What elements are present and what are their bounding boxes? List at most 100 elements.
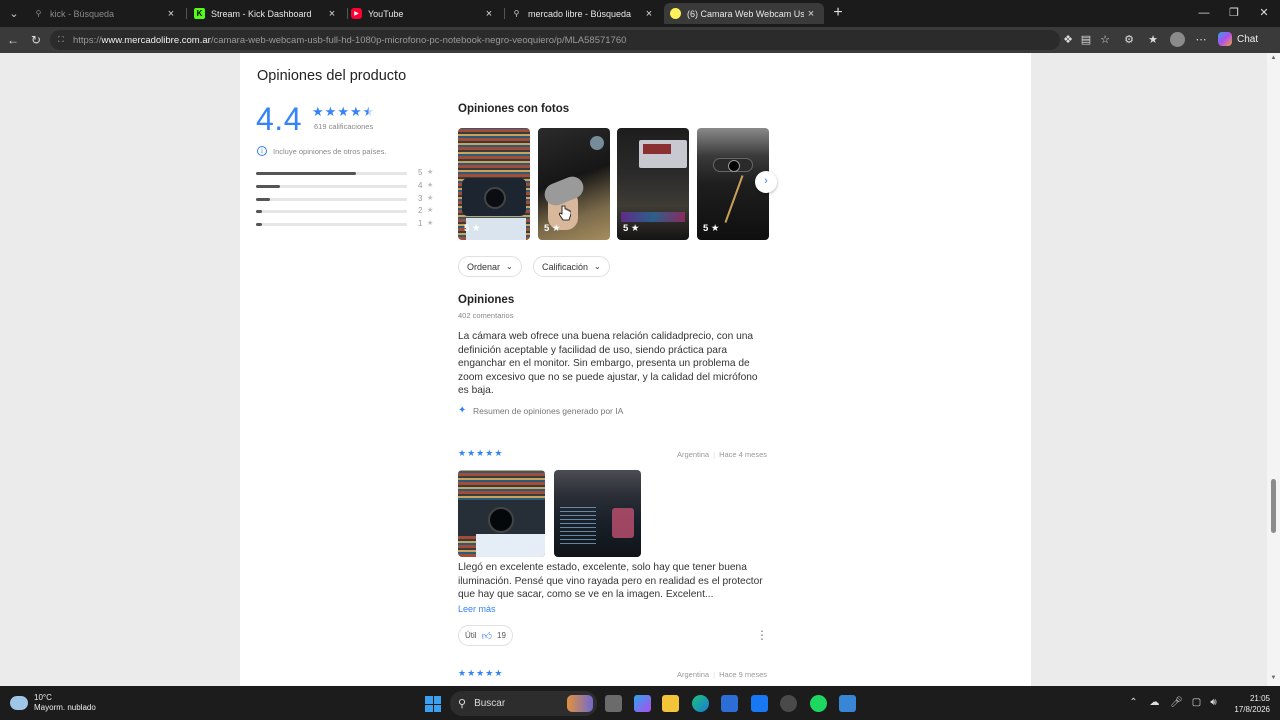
photo-overlay-icon <box>590 136 604 150</box>
new-tab-button[interactable]: + <box>829 4 847 22</box>
carousel-next-button[interactable]: › <box>755 171 777 193</box>
maximize-window-button[interactable]: ❐ <box>1219 4 1249 22</box>
rating-bar-row: 1 ★ <box>256 219 436 229</box>
back-button[interactable]: ← <box>4 31 22 49</box>
useful-button[interactable]: Útil 👍︎ 19 <box>458 625 513 646</box>
search-icon: ⚲ <box>513 9 520 18</box>
close-tab-icon[interactable]: × <box>642 8 656 20</box>
scrollbar-thumb[interactable] <box>1271 479 1276 533</box>
weather-condition: Mayorm. nublado <box>34 703 96 712</box>
review-photo[interactable] <box>458 470 545 557</box>
rating-bar-fill <box>256 172 356 175</box>
review-options-icon[interactable]: ⋮ <box>756 628 768 642</box>
review-photo[interactable]: 5 ★ <box>617 128 689 240</box>
close-tab-icon[interactable]: × <box>482 8 496 20</box>
browser-toolbar: ← ↻ ⛶ https://www.mercadolibre.com.ar/ca… <box>0 27 1280 53</box>
youtube-logo-icon: ▶ <box>351 8 362 19</box>
review-photo[interactable]: 5 ★ <box>458 128 530 240</box>
star-icon: ★ <box>485 448 494 458</box>
address-bar[interactable]: ⛶ https://www.mercadolibre.com.ar/camara… <box>50 30 1060 50</box>
review-photo[interactable] <box>554 470 641 557</box>
page-scrollbar[interactable]: ▲ ▼ <box>1267 53 1280 686</box>
weather-widget[interactable]: 10°C Mayorm. nublado <box>10 693 96 713</box>
rating-bar-fill <box>256 197 270 201</box>
favorite-star-icon[interactable]: ☆ <box>1097 32 1113 48</box>
star-full-icon: ★ <box>324 104 337 119</box>
mouse-pointer-icon <box>559 205 571 221</box>
info-note-text: Incluye opiniones de otros países. <box>273 146 387 156</box>
tab-product-page[interactable]: (6) Camara Web Webcam Usb Full × <box>664 3 824 24</box>
facebook-app-icon[interactable] <box>751 695 768 712</box>
reading-view-icon[interactable]: ▤ <box>1078 32 1094 48</box>
taskbar-search[interactable]: ⚲ Buscar <box>450 691 597 716</box>
sparkle-icon: ✦ <box>458 405 467 416</box>
review-stars: ★ ★ ★ ★ ★ <box>458 448 503 459</box>
review-photo[interactable]: 5 ★ <box>538 128 610 240</box>
star-full-icon: ★ <box>337 104 349 119</box>
temperature: 10°C <box>34 693 52 702</box>
network-icon[interactable]: ▢ <box>1190 696 1203 710</box>
reload-button[interactable]: ↻ <box>27 31 45 49</box>
windows-taskbar: 10°C Mayorm. nublado ⚲ Buscar ⌃ ☁ 🎤︎ ▢ 🔊… <box>0 687 1280 720</box>
rating-filter-label: Calificación <box>542 261 589 272</box>
favorites-collection-icon[interactable]: ★ <box>1145 32 1161 48</box>
review-country: Argentina <box>677 450 710 459</box>
onedrive-cloud-icon[interactable]: ☁ <box>1148 696 1161 710</box>
close-tab-icon[interactable]: × <box>164 8 178 20</box>
tab-kick-search[interactable]: ⚲ kick - Búsqueda × <box>27 3 184 24</box>
volume-icon[interactable]: 🔊︎ <box>1207 696 1220 710</box>
coupon-tag-icon[interactable]: ❖ <box>1060 32 1076 48</box>
rating-bar-row: 4 ★ <box>256 181 436 191</box>
rating-filter-dropdown[interactable]: Calificación ⌄ <box>533 256 610 277</box>
chevron-down-icon: ⌄ <box>506 262 513 271</box>
microphone-icon[interactable]: 🎤︎ <box>1170 696 1183 710</box>
useful-count: 19 <box>497 631 506 640</box>
clock-date: 17/8/2026 <box>1234 705 1270 714</box>
site-info-icon[interactable]: ⛶ <box>58 35 68 45</box>
rating-bar-track <box>256 197 407 201</box>
copilot-chat-button[interactable]: Chat <box>1218 32 1258 46</box>
info-icon: i <box>257 146 267 156</box>
read-more-link[interactable]: Leer más <box>458 604 496 614</box>
rating-bar-row: 2 ★ <box>256 206 436 216</box>
tab-separator <box>186 8 187 19</box>
reviews-list-title: Opiniones <box>458 294 515 306</box>
start-button[interactable] <box>425 696 441 712</box>
scroll-up-arrow-icon[interactable]: ▲ <box>1270 55 1277 61</box>
edge-browser-icon[interactable] <box>692 695 709 712</box>
star-half-icon: ★ <box>362 104 375 119</box>
profile-avatar[interactable] <box>1170 32 1185 47</box>
close-tab-icon[interactable]: × <box>804 8 818 20</box>
browser-essentials-icon[interactable]: ⚙ <box>1121 32 1137 48</box>
show-hidden-icons-icon[interactable]: ⌃ <box>1127 696 1140 710</box>
sort-dropdown[interactable]: Ordenar ⌄ <box>458 256 522 277</box>
close-window-button[interactable]: ✕ <box>1249 4 1279 22</box>
task-view-icon[interactable] <box>605 695 622 712</box>
minimize-window-button[interactable]: — <box>1189 4 1219 22</box>
microsoft-store-icon[interactable] <box>721 695 738 712</box>
copilot-app-icon[interactable] <box>634 695 651 712</box>
review-stars: ★ ★ ★ ★ ★ <box>458 668 503 679</box>
spotify-app-icon[interactable] <box>810 695 827 712</box>
scroll-down-arrow-icon[interactable]: ▼ <box>1270 675 1277 681</box>
photos-app-icon[interactable] <box>839 695 856 712</box>
average-score: 4.4 <box>256 101 302 137</box>
tab-mercadolibre-search[interactable]: ⚲ mercado libre - Búsqueda × <box>505 3 662 24</box>
star-full-icon: ★ <box>312 104 324 119</box>
close-tab-icon[interactable]: × <box>325 8 339 20</box>
star-icon: ★ <box>476 668 485 678</box>
tab-kick-dashboard[interactable]: K Stream - Kick Dashboard × <box>188 3 345 24</box>
star-icon: ★ <box>467 448 476 458</box>
reviews-section-title: Opiniones del producto <box>257 68 407 84</box>
system-clock[interactable]: 21:05 17/8/2026 <box>1228 693 1270 715</box>
search-icon: ⚲ <box>35 9 42 18</box>
rating-bar-fill <box>256 184 280 188</box>
photo-rating: 5 ★ <box>464 223 481 234</box>
tab-youtube[interactable]: ▶ YouTube × <box>345 3 502 24</box>
tab-actions-menu-button[interactable]: ⌄ <box>4 4 24 23</box>
steam-app-icon[interactable] <box>780 695 797 712</box>
file-explorer-icon[interactable] <box>662 695 679 712</box>
tab-label: kick - Búsqueda <box>50 8 115 19</box>
review-date: Hace 4 meses <box>719 450 767 459</box>
more-options-icon[interactable]: ⋯ <box>1193 32 1209 48</box>
